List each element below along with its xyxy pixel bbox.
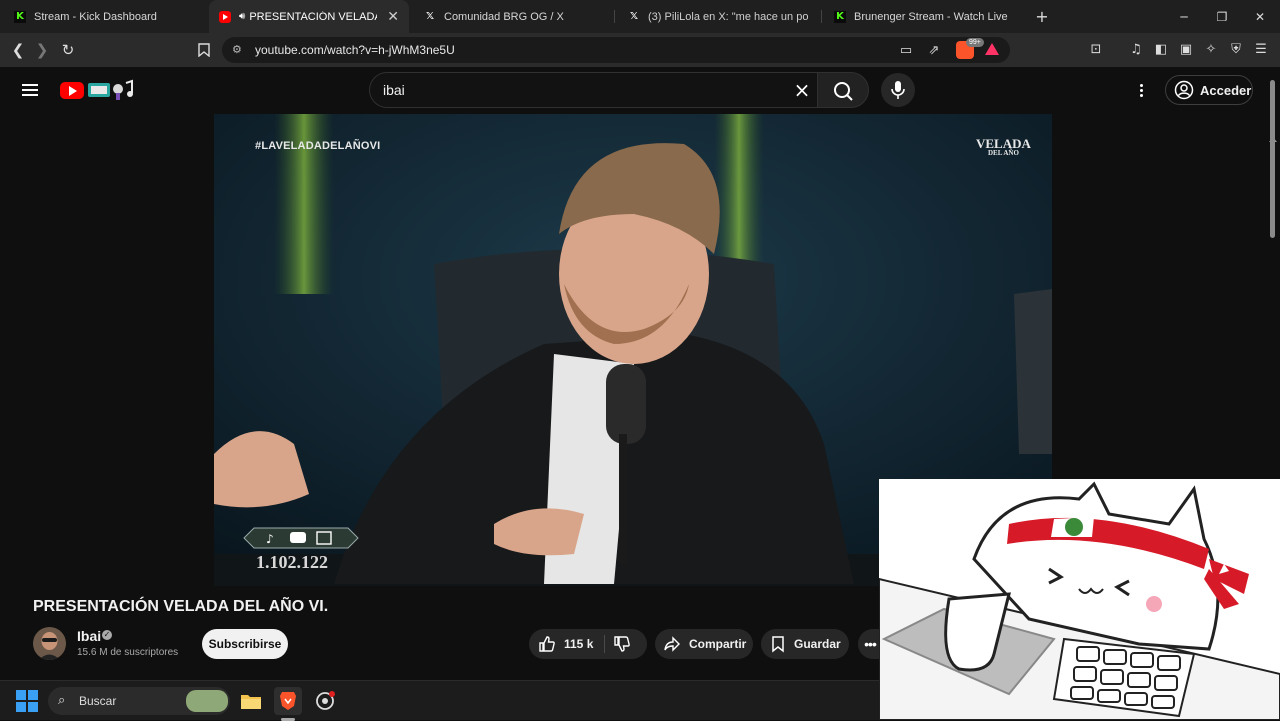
save-button[interactable]: Guardar [761,629,849,659]
subscriber-count: 15.6 M de suscriptores [77,647,179,658]
overlay-brand-logo: VELADA DEL AÑO [976,136,1031,158]
windows-taskbar: ⌕ Buscar [0,680,879,721]
youtube-doodle[interactable] [88,79,136,101]
channel-name[interactable]: Ibai [77,628,101,644]
vpn-icon[interactable]: ⛨ [1228,41,1244,57]
clear-search-icon[interactable]: × [792,80,812,100]
subscribe-button[interactable]: Subscribirse [202,629,288,659]
wallet-icon[interactable]: ▣ [1178,41,1194,57]
sidebar-icon[interactable]: ◧ [1153,41,1169,57]
brave-shields-count: 99+ [966,38,984,47]
browser-tab-strip: K Stream - Kick Dashboard 🔊︎ PRESENTACIÓ… [0,0,1280,33]
search-button[interactable] [817,72,869,108]
site-settings-icon[interactable]: ⚙ [232,43,246,57]
taskbar-search-label: Buscar [79,694,117,708]
tab-pililola[interactable]: 𝕏 (3) PiliLola en X: "me hace un poco d [618,0,818,33]
windows-start-icon[interactable] [16,690,38,712]
browser-toolbar: ❮ ❯ ↻ ⚙ youtube.com/watch?v=h-jWhM3ne5U … [0,33,1280,67]
cast-icon[interactable]: ▭ [898,42,914,58]
search-input[interactable] [383,82,763,98]
x-icon: 𝕏 [425,11,435,22]
svg-text:♪: ♪ [266,532,274,546]
tab-label: (3) PiliLola en X: "me hace un poco d [648,10,808,23]
bongo-cat-image [879,479,1280,720]
menu-icon[interactable]: ☰ [1253,41,1269,57]
guide-menu-icon[interactable] [22,84,38,96]
sign-in-button[interactable]: Acceder [1165,75,1253,105]
bongo-cat-overlay [879,479,1280,720]
like-count[interactable]: 115 k [564,637,593,651]
like-dislike-group: 115 k [529,629,647,659]
back-icon[interactable]: ❮ [6,38,30,62]
voice-search-button[interactable] [881,73,915,107]
tab-label: Brunenger Stream - Watch Live on Ki [854,10,1009,23]
restore-button[interactable]: ❐ [1202,0,1242,33]
save-label: Guardar [794,637,841,651]
new-tab-button[interactable]: + [1022,0,1062,33]
audio-playing-icon[interactable]: 🔊︎ [239,11,245,22]
tab-label: Comunidad BRG OG / X [444,10,564,23]
save-bookmark-icon [772,636,784,653]
tab-kick-dashboard[interactable]: K Stream - Kick Dashboard [4,0,206,33]
tab-brunenger-stream[interactable]: K Brunenger Stream - Watch Live on Ki [824,0,1019,33]
microphone-icon [891,81,905,99]
media-icon[interactable]: ♫ [1128,41,1144,57]
brave-browser-icon[interactable] [274,687,302,715]
url-text[interactable]: youtube.com/watch?v=h-jWhM3ne5U [255,43,455,57]
share-button[interactable]: Compartir [655,629,753,659]
sign-in-label: Acceder [1200,82,1252,98]
tab-label: Stream - Kick Dashboard [34,10,157,23]
kick-icon: K [14,10,26,23]
tab-divider [821,10,822,23]
tab-divider [614,10,615,23]
search-box[interactable] [369,72,817,108]
overlay-viewer-counter: 1.102.122 [256,552,328,572]
tab-label: PRESENTACIÓN VELADA DEL [249,10,378,23]
minimize-button[interactable]: ─ [1164,0,1204,33]
tab-comunidad-brg[interactable]: 𝕏 Comunidad BRG OG / X [414,0,612,33]
search-highlight-image [186,690,228,712]
youtube-header: × Acceder [0,67,1280,142]
taskbar-search[interactable]: ⌕ Buscar [48,687,230,715]
screenshot-icon[interactable]: ⊡ [1088,41,1104,57]
brand-line-1: VELADA [976,136,1031,151]
x-icon: 𝕏 [629,11,639,22]
youtube-icon [219,10,231,23]
tab-youtube-video[interactable]: 🔊︎ PRESENTACIÓN VELADA DEL ✕ [209,0,409,33]
dislike-icon[interactable] [613,635,631,653]
obs-studio-icon[interactable] [311,687,339,715]
close-window-button[interactable]: ✕ [1240,0,1280,33]
youtube-logo[interactable] [60,82,84,99]
address-bar[interactable]: ⚙ youtube.com/watch?v=h-jWhM3ne5U ▭ ⇗ 99… [222,37,1010,63]
share-label: Compartir [689,637,747,651]
like-dislike-divider [604,635,605,653]
verified-badge-icon: ✓ [102,630,112,640]
forward-icon[interactable]: ❯ [30,38,54,62]
share-icon[interactable]: ⇗ [926,42,942,58]
share-arrow-icon [664,636,680,652]
settings-more-icon[interactable] [1130,79,1152,101]
leo-ai-icon[interactable]: ✧ [1203,41,1219,57]
bookmark-icon[interactable] [192,38,216,62]
overlay-hashtag: #LAVELADADELAÑOVI [255,140,381,152]
account-icon [1174,80,1194,100]
channel-avatar[interactable] [33,627,66,660]
like-icon[interactable] [538,635,556,653]
video-title: PRESENTACIÓN VELADA DEL AÑO VI. [33,598,329,615]
kick-icon: K [834,10,846,23]
search-icon [834,82,853,101]
close-tab-icon[interactable]: ✕ [387,8,399,25]
scrollbar-thumb[interactable] [1270,80,1275,238]
file-explorer-icon[interactable] [237,687,265,715]
search-icon: ⌕ [58,693,66,708]
reload-icon[interactable]: ↻ [56,38,80,62]
brave-rewards-icon[interactable] [985,43,999,55]
